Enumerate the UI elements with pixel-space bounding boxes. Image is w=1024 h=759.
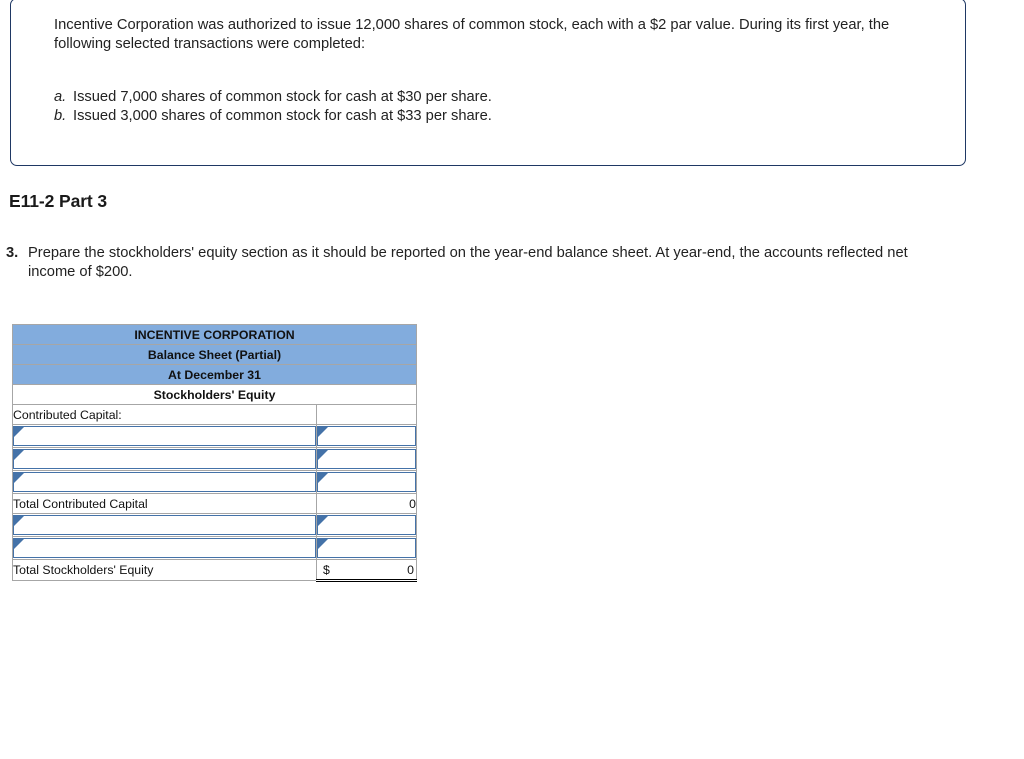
currency-symbol: $ bbox=[323, 562, 330, 577]
account-amount-input-4[interactable] bbox=[317, 515, 417, 535]
account-name-input-2[interactable] bbox=[13, 449, 316, 469]
requirement-block: 3. Prepare the stockholders' equity sect… bbox=[6, 244, 916, 282]
table-row: At December 31 bbox=[11, 364, 418, 385]
dropdown-caret-icon[interactable] bbox=[14, 539, 24, 549]
table-row: Total Stockholders' Equity $ 0 bbox=[12, 559, 418, 582]
table-row bbox=[12, 470, 418, 494]
account-name-input-cell[interactable] bbox=[12, 424, 317, 448]
table-row: Total Contributed Capital 0 bbox=[12, 493, 418, 514]
transactions-list: a. Issued 7,000 shares of common stock f… bbox=[54, 88, 754, 126]
table-row: Contributed Capital: bbox=[12, 404, 418, 425]
total-contributed-capital-value: 0 bbox=[315, 493, 418, 514]
transaction-marker: a. bbox=[54, 89, 67, 105]
contributed-capital-label: Contributed Capital: bbox=[12, 404, 317, 425]
total-stockholders-equity-amount-cell: $ 0 bbox=[315, 559, 418, 582]
dropdown-caret-icon[interactable] bbox=[318, 539, 328, 549]
dropdown-caret-icon[interactable] bbox=[318, 473, 328, 483]
dropdown-caret-icon[interactable] bbox=[14, 427, 24, 437]
account-amount-input-cell[interactable] bbox=[315, 424, 418, 448]
account-name-input-5[interactable] bbox=[13, 538, 316, 558]
table-row: Balance Sheet (Partial) bbox=[11, 344, 418, 365]
table-section-heading: Stockholders' Equity bbox=[11, 384, 418, 405]
requirement-text: Prepare the stockholders' equity section… bbox=[28, 245, 908, 280]
account-amount-input-cell[interactable] bbox=[315, 470, 418, 494]
account-name-input-cell[interactable] bbox=[12, 470, 317, 494]
dropdown-caret-icon[interactable] bbox=[14, 450, 24, 460]
table-title-company: INCENTIVE CORPORATION bbox=[11, 324, 418, 345]
account-amount-input-cell[interactable] bbox=[315, 536, 418, 560]
list-item: a. Issued 7,000 shares of common stock f… bbox=[54, 88, 754, 107]
table-row bbox=[12, 447, 418, 471]
dropdown-caret-icon[interactable] bbox=[318, 427, 328, 437]
requirement-number: 3. bbox=[6, 245, 19, 261]
page-title: E11-2 Part 3 bbox=[9, 191, 108, 211]
account-name-input-cell[interactable] bbox=[12, 536, 317, 560]
dropdown-caret-icon[interactable] bbox=[14, 516, 24, 526]
table-title-date: At December 31 bbox=[11, 364, 418, 385]
transaction-text: Issued 3,000 shares of common stock for … bbox=[73, 108, 492, 124]
problem-intro-text: Incentive Corporation was authorized to … bbox=[54, 17, 890, 52]
account-amount-input-cell[interactable] bbox=[315, 447, 418, 471]
dropdown-caret-icon[interactable] bbox=[318, 516, 328, 526]
transaction-marker: b. bbox=[54, 108, 67, 124]
account-name-input-cell[interactable] bbox=[12, 513, 317, 537]
table-row: Stockholders' Equity bbox=[11, 384, 418, 405]
account-amount-input-5[interactable] bbox=[317, 538, 417, 558]
transaction-text: Issued 7,000 shares of common stock for … bbox=[73, 89, 492, 105]
account-amount-input-1[interactable] bbox=[317, 426, 417, 446]
empty-amount-cell bbox=[315, 404, 418, 425]
problem-statement-box: Incentive Corporation was authorized to … bbox=[10, 0, 966, 166]
table-row: INCENTIVE CORPORATION bbox=[11, 324, 418, 345]
account-name-input-3[interactable] bbox=[13, 472, 316, 492]
account-name-input-1[interactable] bbox=[13, 426, 316, 446]
account-name-input-4[interactable] bbox=[13, 515, 316, 535]
dropdown-caret-icon[interactable] bbox=[14, 473, 24, 483]
balance-sheet-table: INCENTIVE CORPORATION Balance Sheet (Par… bbox=[11, 324, 418, 582]
dropdown-caret-icon[interactable] bbox=[318, 450, 328, 460]
account-name-input-cell[interactable] bbox=[12, 447, 317, 471]
total-stockholders-equity-label: Total Stockholders' Equity bbox=[12, 559, 317, 581]
total-contributed-capital-label: Total Contributed Capital bbox=[12, 493, 317, 514]
list-item: b. Issued 3,000 shares of common stock f… bbox=[54, 107, 754, 126]
table-title-statement: Balance Sheet (Partial) bbox=[11, 344, 418, 365]
table-row bbox=[12, 424, 418, 448]
total-stockholders-equity-value: 0 bbox=[407, 562, 415, 577]
table-row bbox=[12, 513, 418, 537]
account-amount-input-2[interactable] bbox=[317, 449, 417, 469]
account-amount-input-cell[interactable] bbox=[315, 513, 418, 537]
table-row bbox=[12, 536, 418, 560]
account-amount-input-3[interactable] bbox=[317, 472, 417, 492]
